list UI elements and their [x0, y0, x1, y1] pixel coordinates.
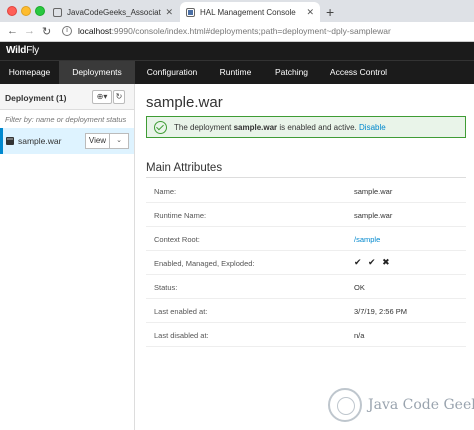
divider [146, 177, 466, 178]
watermark: Java Code Geeks [325, 385, 474, 425]
brand-bar: WildFly [0, 42, 474, 60]
check-circle-icon [154, 121, 167, 134]
column-title: Deployment (1) [5, 93, 67, 103]
context-root-link[interactable]: /sample [354, 235, 380, 244]
logo-light: Fly [26, 45, 39, 56]
attribute-label: Last disabled at: [154, 331, 209, 340]
filter-box [0, 110, 134, 128]
info-icon[interactable]: i [62, 26, 72, 36]
close-icon[interactable]: ✕ [306, 7, 314, 18]
hal-favicon-icon [186, 7, 195, 17]
list-item-sample-war[interactable]: sample.war View ⌄ [0, 128, 134, 154]
tab-configuration[interactable]: Configuration [135, 61, 209, 84]
tab-homepage[interactable]: Homepage [0, 61, 59, 84]
attribute-label: Context Root: [154, 235, 200, 244]
tab-access-control[interactable]: Access Control [321, 61, 396, 84]
forward-arrow-icon[interactable]: → [24, 25, 35, 37]
add-deployment-button[interactable]: ⊕▾ [92, 90, 112, 104]
logo-bold: Wild [6, 45, 27, 56]
status-flags-icons: ✔ ✔ ✖ [354, 257, 392, 267]
alert-text: The deployment sample.war is enabled and… [174, 123, 386, 132]
page-title: sample.war [146, 94, 223, 111]
zoom-window-button[interactable] [35, 6, 45, 16]
attribute-row-status: Status: OK [146, 275, 466, 299]
watermark-text: Java Code Geeks [368, 397, 474, 413]
attribute-value: sample.war [354, 211, 393, 220]
attribute-label: Name: [154, 187, 177, 196]
tab-patching[interactable]: Patching [262, 61, 321, 84]
attribute-value: sample.war [354, 187, 393, 196]
reload-icon[interactable]: ↻ [42, 25, 51, 38]
view-button[interactable]: View [85, 133, 110, 149]
deployment-column: Deployment (1) ⊕▾ ↻ sample.war View ⌄ [0, 84, 135, 430]
tab-deployments[interactable]: Deployments [59, 61, 135, 84]
minimize-window-button[interactable] [21, 6, 31, 16]
attribute-value: OK [354, 283, 365, 292]
attribute-label: Runtime Name: [154, 211, 207, 220]
url-path: :9990/console/index.html#deployments;pat… [111, 26, 391, 36]
main-content: sample.war The deployment sample.war is … [136, 84, 474, 430]
browser-tab-bar: JavaCodeGeeks_AssociateEdit ✕ HAL Manage… [0, 0, 474, 22]
chevron-down-icon[interactable]: ⌄ [109, 133, 129, 149]
back-arrow-icon[interactable]: ← [7, 25, 18, 37]
document-icon [53, 7, 62, 17]
attribute-row-name: Name: sample.war [146, 179, 466, 203]
refresh-button[interactable]: ↻ [113, 90, 125, 104]
attribute-label: Enabled, Managed, Exploded: [154, 259, 255, 268]
section-title: Main Attributes [146, 162, 223, 174]
attribute-row-runtime-name: Runtime Name: sample.war [146, 203, 466, 227]
archive-icon [6, 137, 14, 145]
url-host: localhost [78, 26, 112, 36]
tab-runtime[interactable]: Runtime [209, 61, 262, 84]
success-alert: The deployment sample.war is enabled and… [146, 116, 466, 138]
attribute-row-last-enabled: Last enabled at: 3/7/19, 2:56 PM [146, 299, 466, 323]
tab-title: JavaCodeGeeks_AssociateEdit [67, 7, 161, 17]
attribute-row-context-root: Context Root: /sample [146, 227, 466, 251]
attribute-row-flags: Enabled, Managed, Exploded: ✔ ✔ ✖ [146, 251, 466, 275]
attribute-label: Status: [154, 283, 178, 292]
top-navigation: Homepage Deployments Configuration Runti… [0, 60, 474, 84]
close-icon[interactable]: ✕ [165, 7, 173, 18]
address-bar: ← → ↻ i localhost:9990/console/index.htm… [0, 22, 474, 42]
attribute-label: Last enabled at: [154, 307, 208, 316]
watermark-logo-icon [328, 388, 362, 422]
filter-input[interactable] [0, 110, 134, 128]
new-tab-button[interactable]: + [326, 4, 334, 20]
tab-title: HAL Management Console [200, 7, 296, 17]
alert-prefix: The deployment [174, 123, 234, 132]
close-window-button[interactable] [7, 6, 17, 16]
attribute-value: n/a [354, 331, 365, 340]
attribute-value: 3/7/19, 2:56 PM [354, 307, 407, 316]
alert-deployment-name: sample.war [233, 123, 278, 132]
attribute-row-last-disabled: Last disabled at: n/a [146, 323, 466, 347]
disable-link[interactable]: Disable [359, 123, 386, 132]
wildfly-logo[interactable]: WildFly [6, 45, 39, 56]
browser-tab-hal-console[interactable]: HAL Management Console ✕ [180, 2, 320, 22]
list-item-label: sample.war [18, 136, 62, 146]
url-field[interactable]: localhost:9990/console/index.html#deploy… [78, 26, 391, 36]
alert-suffix: is enabled and active. [277, 123, 360, 132]
column-header: Deployment (1) ⊕▾ ↻ [0, 84, 134, 110]
browser-tab-javacodegeeks[interactable]: JavaCodeGeeks_AssociateEdit ✕ [47, 2, 179, 22]
